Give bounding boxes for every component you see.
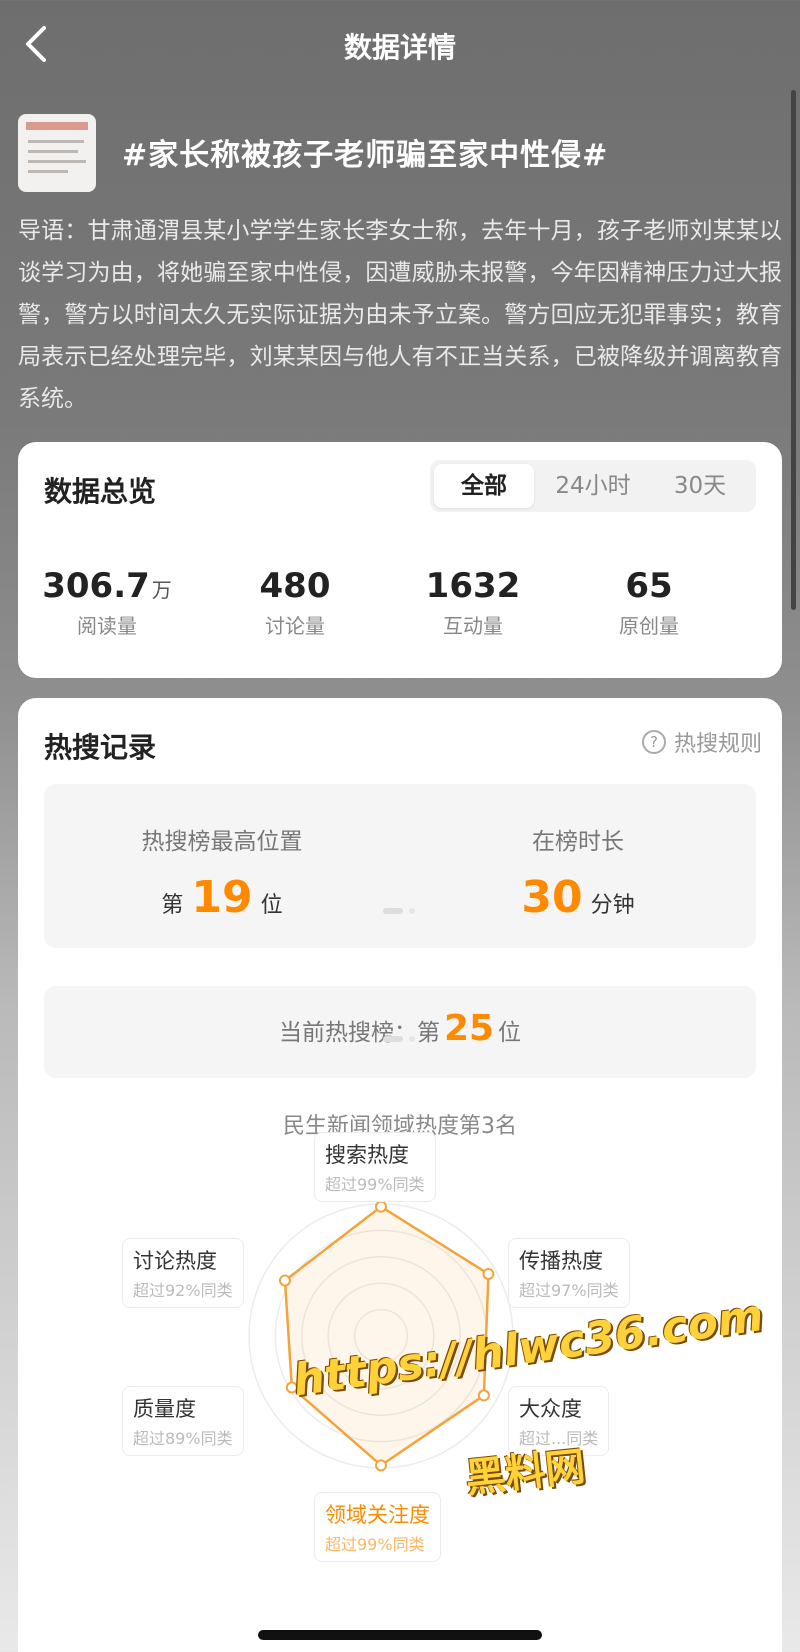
stat-value: 1632 [425, 566, 521, 606]
stat-label: 原创量 [619, 614, 679, 638]
time-range-tabs: 全部 24小时 30天 [430, 460, 756, 512]
stat-originals: 65 原创量 [564, 566, 734, 639]
stat-discussions: 480 讨论量 [210, 566, 380, 639]
stat-interactions: 1632 互动量 [388, 566, 558, 639]
topic-title: #家长称被孩子老师骗至家中性侵# [122, 138, 609, 173]
home-indicator [258, 1630, 542, 1640]
stat-label: 互动量 [443, 614, 503, 638]
stat-label: 阅读量 [77, 614, 137, 638]
radar-point [375, 1200, 387, 1213]
stat-reads: 306.7 万 阅读量 [22, 566, 192, 639]
scrollbar[interactable] [791, 90, 796, 610]
stat-unit: 万 [151, 578, 172, 602]
topic-thumbnail [18, 114, 96, 192]
hot-search-card: 热搜记录 ? 热搜规则 热搜榜最高位置 第 19 位 在榜时长 30 分钟 当前… [18, 698, 782, 1652]
radar-label-quality: 质量度 超过89%同类 [122, 1386, 244, 1456]
tab-all[interactable]: 全部 [434, 464, 534, 508]
page-title: 数据详情 [343, 31, 456, 64]
radar-point [278, 1274, 291, 1287]
stat-value: 480 [259, 566, 331, 606]
radar-label-search: 搜索热度 超过99%同类 [314, 1132, 436, 1202]
stat-label: 讨论量 [265, 614, 325, 638]
radar-point [482, 1267, 495, 1280]
topic-summary: 导语：甘肃通渭县某小学学生家长李女士称，去年十月，孩子老师刘某某以谈学习为由，将… [18, 218, 782, 412]
tab-24h[interactable]: 24小时 [538, 464, 648, 508]
stat-value: 65 [625, 566, 673, 606]
top-bar: 数据详情 [0, 0, 800, 90]
tab-30d[interactable]: 30天 [650, 464, 750, 508]
stat-value: 306.7 [42, 566, 150, 606]
overview-title: 数据总览 [44, 475, 157, 508]
radar-point [477, 1389, 490, 1402]
radar-point [375, 1459, 387, 1472]
overview-card: 数据总览 全部 24小时 30天 306.7 万 阅读量 480 讨论量 1632… [18, 442, 782, 678]
radar-label-discussion: 讨论热度 超过92%同类 [122, 1238, 244, 1308]
radar-label-domain-attention: 领域关注度 超过99%同类 [314, 1492, 441, 1562]
radar-label-spread: 传播热度 超过97%同类 [508, 1238, 630, 1308]
